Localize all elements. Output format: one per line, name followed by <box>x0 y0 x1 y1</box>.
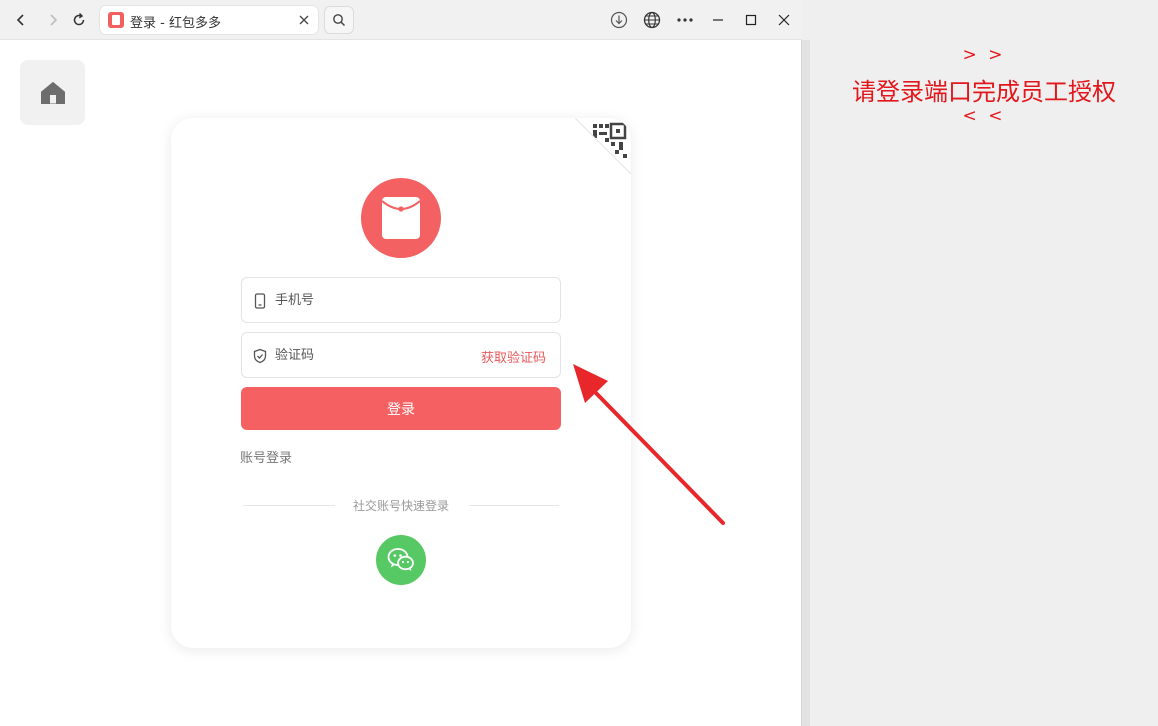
phone-icon <box>254 293 266 309</box>
browser-window: 登录 - 红包多多 手机号 验证码 获取验证码 登录 账号登录 社交账号快速登录 <box>0 0 802 726</box>
search-icon <box>333 14 346 27</box>
site-favicon <box>108 12 124 28</box>
shield-icon <box>253 348 267 364</box>
tab-login[interactable]: 登录 - 红包多多 <box>100 6 318 34</box>
tab-title: 登录 - 红包多多 <box>130 16 221 31</box>
more-icon <box>677 18 693 22</box>
tab-close-button[interactable] <box>296 12 312 28</box>
search-button[interactable] <box>324 6 354 34</box>
app-logo <box>361 178 441 258</box>
maximize-icon <box>745 14 757 26</box>
account-login-link[interactable]: 账号登录 <box>240 447 292 466</box>
translate-button[interactable] <box>642 10 662 30</box>
home-icon <box>40 81 65 104</box>
red-envelope-icon <box>381 197 421 239</box>
get-code-button[interactable]: 获取验证码 <box>481 347 546 366</box>
phone-field[interactable] <box>241 277 561 323</box>
login-card: 获取验证码 登录 账号登录 社交账号快速登录 <box>171 118 631 648</box>
download-icon <box>610 11 628 29</box>
phone-input[interactable] <box>275 278 475 322</box>
reload-icon <box>73 12 85 26</box>
code-input[interactable] <box>275 333 475 377</box>
minimize-icon <box>713 19 723 21</box>
back-button[interactable] <box>8 7 34 33</box>
wechat-login-button[interactable] <box>376 535 426 585</box>
minimize-button[interactable] <box>708 10 728 30</box>
forward-button[interactable] <box>40 7 66 33</box>
browser-toolbar: 登录 - 红包多多 <box>0 0 802 40</box>
chevron-left-icon <box>16 14 24 26</box>
more-button[interactable] <box>675 10 695 30</box>
globe-icon <box>643 11 661 29</box>
close-icon <box>299 15 309 25</box>
chevron-right-icon <box>50 14 58 26</box>
maximize-button[interactable] <box>741 10 761 30</box>
social-login-label: 社交账号快速登录 <box>352 499 449 513</box>
code-field[interactable]: 获取验证码 <box>241 332 561 378</box>
login-button[interactable]: 登录 <box>241 387 561 430</box>
window-edge <box>802 40 810 726</box>
instruction-arrows-top: > > <box>962 45 1006 65</box>
instruction-text: 请登录端口完成员工授权 <box>852 78 1116 106</box>
download-button[interactable] <box>609 10 629 30</box>
wechat-icon <box>387 548 414 571</box>
close-icon <box>778 14 790 26</box>
close-window-button[interactable] <box>774 10 794 30</box>
instruction-arrows-bottom: < < <box>962 106 1006 126</box>
qr-login-toggle[interactable] <box>575 118 631 174</box>
reload-button[interactable] <box>66 7 92 33</box>
home-button[interactable] <box>20 60 85 125</box>
